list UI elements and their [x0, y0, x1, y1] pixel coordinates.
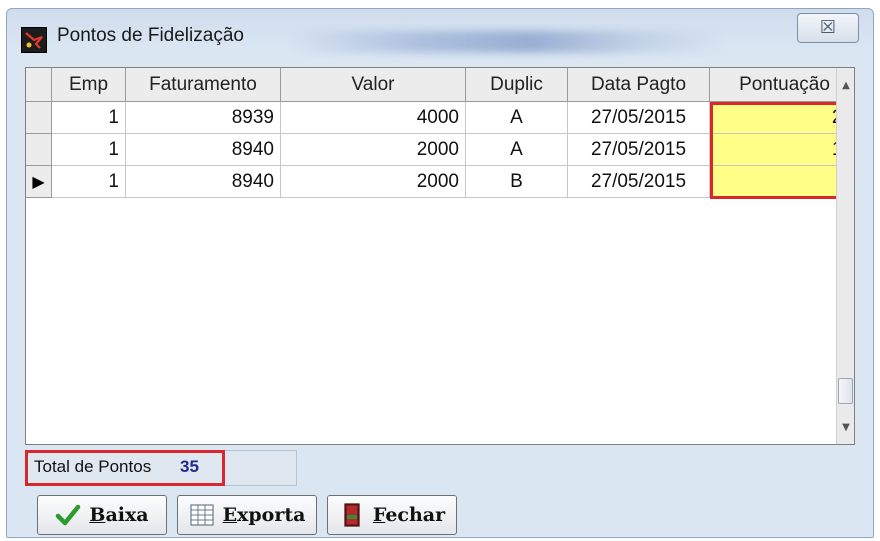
- dialog-window: Pontos de Fidelização ☒ Emp Faturamento …: [6, 8, 874, 538]
- total-panel: Total de Pontos 35: [25, 450, 297, 486]
- scroll-thumb[interactable]: [838, 378, 853, 404]
- close-button[interactable]: ☒: [797, 13, 859, 43]
- column-header-pontuacao[interactable]: Pontuação: [710, 68, 836, 102]
- baixa-button[interactable]: Baixa: [37, 495, 167, 535]
- data-grid[interactable]: Emp Faturamento Valor Duplic Data Pagto …: [25, 67, 855, 445]
- column-header-faturamento[interactable]: Faturamento: [126, 68, 281, 102]
- cell-duplic[interactable]: B: [466, 166, 568, 198]
- fechar-button[interactable]: Fechar: [327, 495, 457, 535]
- app-icon: [21, 27, 47, 53]
- column-header-valor[interactable]: Valor: [281, 68, 466, 102]
- cell-data-pagto[interactable]: 27/05/2015: [568, 166, 710, 198]
- grid-corner: [26, 68, 52, 102]
- cell-emp[interactable]: 1: [52, 102, 126, 134]
- cell-data-pagto[interactable]: 27/05/2015: [568, 102, 710, 134]
- checkmark-icon: [55, 502, 81, 528]
- scroll-down-icon[interactable]: ▼: [837, 418, 855, 438]
- baixa-label: Baixa: [89, 504, 149, 526]
- current-row-arrow-icon: ▶: [32, 172, 45, 191]
- door-icon: [339, 502, 365, 528]
- cell-pontuacao[interactable]: 20: [710, 102, 836, 134]
- blurred-background-text: [287, 31, 727, 53]
- column-header-data-pagto[interactable]: Data Pagto: [568, 68, 710, 102]
- cell-pontuacao[interactable]: 10: [710, 134, 836, 166]
- window-title: Pontos de Fidelização: [57, 25, 244, 46]
- row-indicator[interactable]: [26, 134, 52, 166]
- exporta-label: Exporta: [222, 504, 306, 526]
- cell-emp[interactable]: 1: [52, 134, 126, 166]
- spreadsheet-icon: [189, 502, 215, 528]
- close-icon: ☒: [819, 17, 837, 38]
- title-bar[interactable]: Pontos de Fidelização ☒: [7, 9, 873, 61]
- current-row-indicator[interactable]: ▶: [26, 166, 52, 198]
- column-header-duplic[interactable]: Duplic: [466, 68, 568, 102]
- scroll-up-icon[interactable]: ▲: [837, 76, 855, 96]
- cell-valor[interactable]: 2000: [281, 166, 466, 198]
- exporta-button[interactable]: Exporta: [177, 495, 317, 535]
- cell-faturamento[interactable]: 8940: [126, 134, 281, 166]
- cell-pontuacao[interactable]: 5: [710, 166, 836, 198]
- total-label: Total de Pontos: [34, 457, 152, 476]
- cell-valor[interactable]: 4000: [281, 102, 466, 134]
- cell-emp[interactable]: 1: [52, 166, 126, 198]
- cell-data-pagto[interactable]: 27/05/2015: [568, 134, 710, 166]
- fechar-label: Fechar: [372, 504, 446, 526]
- column-header-emp[interactable]: Emp: [52, 68, 126, 102]
- cell-duplic[interactable]: A: [466, 134, 568, 166]
- row-indicator[interactable]: [26, 102, 52, 134]
- vertical-scrollbar[interactable]: ▲ ▼: [836, 68, 854, 444]
- cell-faturamento[interactable]: 8939: [126, 102, 281, 134]
- grid-content: Emp Faturamento Valor Duplic Data Pagto …: [26, 68, 836, 444]
- cell-faturamento[interactable]: 8940: [126, 166, 281, 198]
- total-value: 35: [180, 457, 199, 476]
- cell-valor[interactable]: 2000: [281, 134, 466, 166]
- cell-duplic[interactable]: A: [466, 102, 568, 134]
